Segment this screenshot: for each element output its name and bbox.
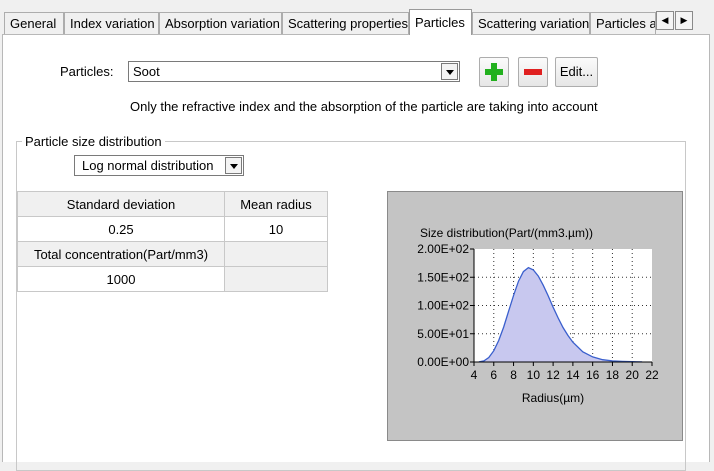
x-tick-label: 22	[645, 368, 659, 382]
x-tick-label: 12	[546, 368, 560, 382]
empty-cell	[224, 266, 328, 292]
distribution-type-dropdown[interactable]: Log normal distribution	[74, 155, 244, 176]
table-row: 0.25 10	[17, 216, 328, 242]
concentration-header: Total concentration(Part/mm3)	[17, 241, 225, 267]
size-distribution-group-label: Particle size distribution	[22, 134, 165, 149]
particles-selected-value: Soot	[133, 64, 160, 79]
particles-note: Only the refractive index and the absorp…	[130, 99, 598, 114]
empty-cell	[224, 241, 328, 267]
chevron-down-icon[interactable]	[441, 63, 458, 80]
x-axis-label: Radius(µm)	[522, 391, 584, 405]
particles-label: Particles:	[60, 64, 114, 79]
chevron-down-icon[interactable]	[225, 157, 242, 174]
y-tick-label: 0.00E+00	[417, 355, 469, 369]
y-tick-label: 2.00E+02	[417, 242, 469, 256]
edit-button[interactable]: Edit...	[555, 57, 598, 87]
mean-radius-header: Mean radius	[224, 191, 328, 217]
y-tick-label: 5.00E+01	[417, 327, 469, 341]
tab-absorption-variation[interactable]: Absorption variation	[159, 12, 282, 34]
x-tick-label: 18	[606, 368, 620, 382]
chart-title: Size distribution(Part/(mm3.µm))	[420, 226, 593, 240]
std-dev-header: Standard deviation	[17, 191, 225, 217]
chart-svg: 4 6 8 10 12 14 16 18 20 22 0.00E+00 5.00E+01 1.00E+0…	[417, 226, 659, 405]
distribution-table: Standard deviation Mean radius 0.25 10 T…	[17, 191, 328, 292]
x-tick-label: 20	[626, 368, 640, 382]
tab-strip: General Index variation Absorption varia…	[0, 0, 714, 35]
y-tick-label: 1.00E+02	[417, 299, 469, 313]
std-dev-cell[interactable]: 0.25	[17, 216, 225, 242]
tab-scroll-left-icon[interactable]: ◀	[656, 11, 674, 30]
add-particle-button[interactable]	[479, 57, 509, 87]
concentration-cell[interactable]: 1000	[17, 266, 225, 292]
tab-scattering-variation[interactable]: Scattering variation	[472, 12, 590, 34]
tab-scattering-properties[interactable]: Scattering properties	[282, 12, 409, 34]
plus-icon	[485, 63, 503, 81]
tab-particles[interactable]: Particles	[409, 9, 472, 35]
table-row: Standard deviation Mean radius	[17, 191, 328, 217]
x-tick-label: 6	[490, 368, 497, 382]
table-row: 1000	[17, 266, 328, 292]
x-tick-label: 14	[566, 368, 580, 382]
x-tick-label: 16	[586, 368, 600, 382]
distribution-type-value: Log normal distribution	[82, 158, 214, 173]
particles-dropdown[interactable]: Soot	[128, 61, 460, 82]
tab-particles-a[interactable]: Particles a	[590, 12, 656, 34]
remove-particle-button[interactable]	[518, 57, 548, 87]
x-tick-label: 10	[527, 368, 541, 382]
tab-general[interactable]: General	[4, 12, 64, 34]
minus-icon	[524, 69, 542, 75]
x-tick-label: 4	[471, 368, 478, 382]
mean-radius-cell[interactable]: 10	[224, 216, 328, 242]
y-tick-label: 1.50E+02	[417, 270, 469, 284]
table-row: Total concentration(Part/mm3)	[17, 241, 328, 267]
x-tick-label: 8	[510, 368, 517, 382]
size-distribution-chart: 4 6 8 10 12 14 16 18 20 22 0.00E+00 5.00E+01 1.00E+0…	[387, 191, 683, 441]
tab-scroll-right-icon[interactable]: ▶	[675, 11, 693, 30]
tab-index-variation[interactable]: Index variation	[64, 12, 159, 34]
